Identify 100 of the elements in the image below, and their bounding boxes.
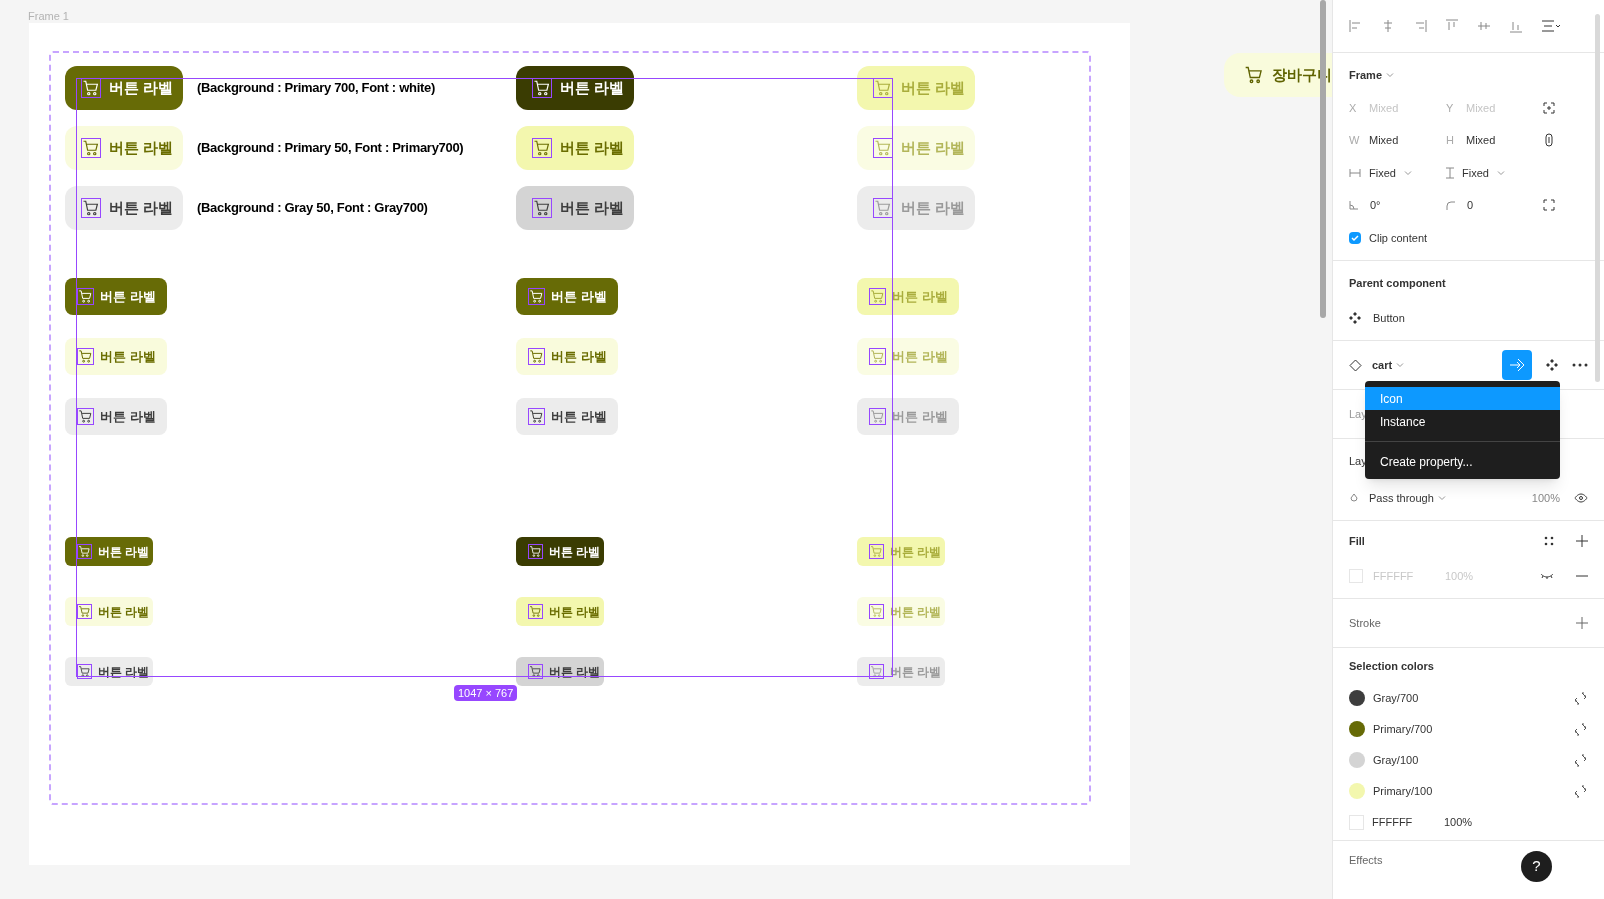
horizontal-resize-icon xyxy=(1349,168,1361,177)
cart-icon xyxy=(528,348,545,365)
cart-icon xyxy=(873,138,893,158)
cart-icon xyxy=(869,604,884,619)
opacity-value: 100% xyxy=(1444,814,1473,830)
cart-icon xyxy=(77,664,92,679)
menu-item[interactable]: Icon xyxy=(1365,387,1560,410)
resizing-dropdown[interactable]: Fixed xyxy=(1349,164,1446,181)
align-icon[interactable] xyxy=(1349,19,1363,33)
focus-icon[interactable] xyxy=(1543,101,1555,114)
cart-button[interactable]: 버튼 라벨 xyxy=(516,186,634,230)
cart-button[interactable]: 버튼 라벨 xyxy=(516,398,618,435)
component-icon[interactable] xyxy=(1546,359,1558,371)
cart-icon xyxy=(81,78,101,98)
opacity-field[interactable]: 100% xyxy=(1531,489,1560,506)
color-name: Gray/100 xyxy=(1373,752,1419,768)
remove-icon[interactable] xyxy=(1576,574,1588,577)
color-swatch[interactable] xyxy=(1349,814,1364,830)
align-icon[interactable] xyxy=(1381,19,1395,33)
resizing-dropdown[interactable]: Fixed xyxy=(1446,164,1543,181)
vertical-resize-icon xyxy=(1446,166,1454,179)
section-title: Frame xyxy=(1349,68,1383,83)
cart-button[interactable]: 버튼 라벨 xyxy=(65,126,183,170)
cart-icon xyxy=(77,348,94,365)
more-icon[interactable] xyxy=(1572,363,1588,367)
cart-button[interactable]: 버튼 라벨 xyxy=(516,537,604,566)
cart-button[interactable]: 버튼 라벨 xyxy=(65,278,167,315)
style-note: (Background : Primary 50, Font : Primary700) xyxy=(197,139,464,158)
cart-button[interactable]: 버튼 라벨 xyxy=(516,126,634,170)
corner-radius-icon xyxy=(1446,200,1455,210)
swap-instance-button[interactable] xyxy=(1502,350,1532,380)
cart-button[interactable]: 버튼 라벨 xyxy=(516,657,604,686)
cart-button[interactable]: 버튼 라벨 xyxy=(65,186,183,230)
cart-button[interactable]: 버튼 라벨 xyxy=(65,66,183,110)
color-name: Gray/700 xyxy=(1373,690,1419,706)
cart-button[interactable]: 버튼 라벨 xyxy=(65,657,153,686)
cart-button[interactable]: 버튼 라벨 xyxy=(516,597,604,626)
frame-label: Frame 1 xyxy=(28,9,70,23)
component-link[interactable]: Button xyxy=(1373,309,1405,326)
cart-chip: 장바구니 xyxy=(1224,53,1332,97)
section-title: Fill xyxy=(1349,534,1365,549)
color-name: Primary/700 xyxy=(1373,721,1433,737)
chevron-icon xyxy=(1386,71,1395,80)
cart-button[interactable]: 버튼 라벨 xyxy=(65,597,153,626)
detach-icon[interactable] xyxy=(1573,752,1588,768)
dimension-field[interactable]: Mixed xyxy=(1369,132,1399,149)
blend-dropdown[interactable]: Pass through xyxy=(1369,489,1434,506)
style-note: (Background : Gray 50, Font : Gray700) xyxy=(197,199,428,218)
color-name: FFFFFF xyxy=(1372,814,1414,830)
help-button[interactable]: ? xyxy=(1521,851,1552,882)
align-icon[interactable] xyxy=(1509,19,1523,33)
chevron-icon xyxy=(1403,168,1412,177)
add-icon[interactable] xyxy=(1576,535,1588,548)
color-swatch[interactable] xyxy=(1349,568,1363,583)
section-title: Parent component xyxy=(1349,276,1447,291)
checkbox[interactable] xyxy=(1349,231,1361,244)
detach-icon[interactable] xyxy=(1573,721,1588,737)
property-dropdown[interactable]: cart xyxy=(1372,356,1393,374)
cart-icon xyxy=(869,348,886,365)
dimension-field[interactable]: Mixed xyxy=(1466,132,1496,149)
align-icon[interactable] xyxy=(1445,19,1459,33)
chevron-icon xyxy=(1396,361,1405,369)
align-icon[interactable] xyxy=(1477,19,1491,33)
menu-item[interactable]: Create property... xyxy=(1365,450,1560,473)
add-icon[interactable] xyxy=(1576,617,1588,629)
cart-icon xyxy=(528,604,543,619)
chevron-icon xyxy=(1437,493,1446,502)
corners-icon[interactable] xyxy=(1543,199,1555,212)
panel-scrollbar[interactable] xyxy=(1595,14,1600,382)
cart-button[interactable]: 버튼 라벨 xyxy=(516,278,618,315)
field-label: H xyxy=(1446,133,1454,148)
chevron-icon xyxy=(1496,168,1505,177)
radius-field[interactable]: 0 xyxy=(1467,197,1474,214)
cart-button[interactable]: 버튼 라벨 xyxy=(516,338,618,375)
cart-button[interactable]: 버튼 라벨 xyxy=(65,537,153,566)
cart-icon xyxy=(873,78,893,98)
cart-button[interactable]: 버튼 라벨 xyxy=(516,66,634,110)
checkbox-label: Clip content xyxy=(1369,230,1428,246)
cart-icon xyxy=(873,198,893,218)
cart-icon xyxy=(869,544,884,559)
align-icon[interactable] xyxy=(1413,19,1427,33)
field-label: Y xyxy=(1446,100,1454,116)
detach-icon[interactable] xyxy=(1573,783,1588,799)
cart-button[interactable]: 버튼 라벨 xyxy=(65,398,167,435)
section-title: Effects xyxy=(1349,853,1383,869)
constraint-icon[interactable] xyxy=(1543,133,1555,148)
cart-icon xyxy=(869,664,884,679)
section-title: Stroke xyxy=(1349,615,1381,631)
field-label: X xyxy=(1349,100,1357,116)
rotation-field[interactable]: 0° xyxy=(1370,197,1381,214)
cart-button[interactable]: 버튼 라벨 xyxy=(65,338,167,375)
distribute-icon[interactable] xyxy=(1541,19,1561,33)
cart-icon xyxy=(528,664,543,679)
blend-icon xyxy=(1349,492,1359,503)
detach-icon[interactable] xyxy=(1573,690,1588,706)
styles-icon[interactable] xyxy=(1544,536,1554,547)
eye-icon[interactable] xyxy=(1574,492,1588,503)
menu-item[interactable]: Instance xyxy=(1365,410,1560,433)
eye-closed-icon[interactable] xyxy=(1540,571,1554,580)
variant-icon xyxy=(1349,358,1362,372)
